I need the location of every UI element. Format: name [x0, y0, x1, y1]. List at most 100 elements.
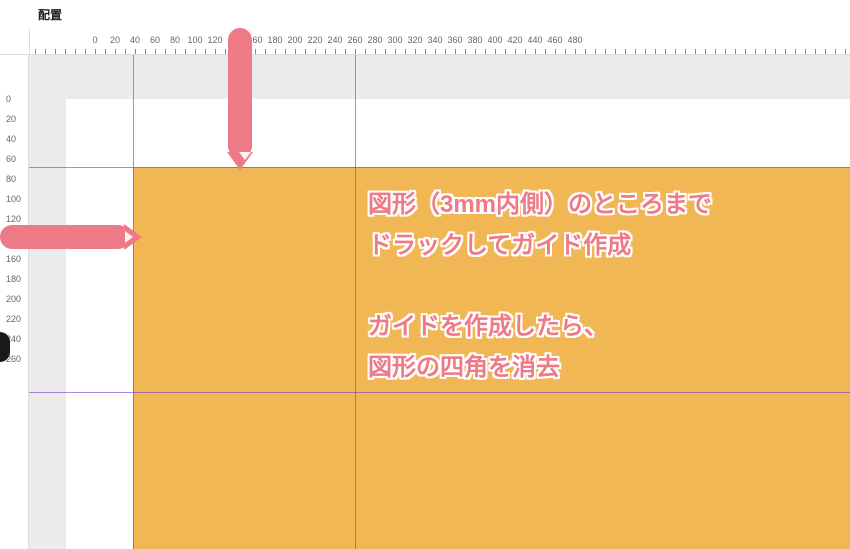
h-ruler-tick [425, 49, 426, 54]
v-ruler-label: 40 [6, 134, 16, 144]
h-ruler-label: 60 [150, 35, 160, 45]
h-ruler-tick [155, 49, 156, 54]
annotation-arrow-horizontal [0, 225, 130, 249]
h-ruler-tick [45, 49, 46, 54]
app-root: 配置 0204060801001201401601802002202402602… [0, 0, 850, 549]
v-ruler-label: 120 [6, 214, 21, 224]
h-ruler-tick [285, 49, 286, 54]
v-ruler-label: 160 [6, 254, 21, 264]
h-ruler-tick [755, 49, 756, 54]
h-ruler-label: 320 [407, 35, 422, 45]
h-ruler-tick [625, 49, 626, 54]
h-ruler-tick [305, 49, 306, 54]
horizontal-guide[interactable] [29, 167, 850, 168]
h-ruler-tick [555, 49, 556, 54]
ruler-corner[interactable] [0, 29, 29, 55]
h-ruler-tick [435, 49, 436, 54]
h-ruler-label: 440 [527, 35, 542, 45]
h-ruler-label: 420 [507, 35, 522, 45]
chevron-down-icon [239, 152, 251, 160]
h-ruler-label: 300 [387, 35, 402, 45]
h-ruler-tick [685, 49, 686, 54]
v-ruler-label: 80 [6, 174, 16, 184]
h-ruler-tick [365, 49, 366, 54]
h-ruler-tick [165, 49, 166, 54]
h-ruler-tick [35, 49, 36, 54]
h-ruler-tick [655, 49, 656, 54]
h-ruler-label: 260 [347, 35, 362, 45]
h-ruler-tick [845, 49, 846, 54]
h-ruler-tick [105, 49, 106, 54]
h-ruler-tick [745, 49, 746, 54]
h-ruler-tick [405, 49, 406, 54]
h-ruler-tick [265, 49, 266, 54]
h-ruler-tick [185, 49, 186, 54]
h-ruler-tick [835, 49, 836, 54]
v-ruler-label: 200 [6, 294, 21, 304]
h-ruler-tick [195, 49, 196, 54]
h-ruler-tick [135, 49, 136, 54]
h-ruler-label: 200 [287, 35, 302, 45]
v-ruler-label: 220 [6, 314, 21, 324]
h-ruler-tick [375, 49, 376, 54]
h-ruler-tick [145, 49, 146, 54]
vertical-ruler[interactable]: 020406080100120140160180200220240260 [0, 55, 29, 549]
h-ruler-label: 380 [467, 35, 482, 45]
h-ruler-tick [795, 49, 796, 54]
chevron-right-icon [125, 231, 133, 243]
h-ruler-label: 480 [567, 35, 582, 45]
h-ruler-tick [325, 49, 326, 54]
h-ruler-tick [55, 49, 56, 54]
h-ruler-tick [785, 49, 786, 54]
h-ruler-tick [115, 49, 116, 54]
h-ruler-tick [735, 49, 736, 54]
menu-arrange[interactable]: 配置 [38, 6, 62, 23]
h-ruler-tick [205, 49, 206, 54]
h-ruler-label: 0 [92, 35, 97, 45]
h-ruler-tick [255, 49, 256, 54]
annotation-text: 図形（3mm内側）のところまで ドラックしてガイド作成 ガイドを作成したら、 図… [368, 185, 712, 389]
h-ruler-tick [225, 49, 226, 54]
h-ruler-tick [725, 49, 726, 54]
h-ruler-tick [575, 49, 576, 54]
h-ruler-tick [705, 49, 706, 54]
h-ruler-label: 40 [130, 35, 140, 45]
h-ruler-label: 280 [367, 35, 382, 45]
h-ruler-tick [525, 49, 526, 54]
h-ruler-tick [765, 49, 766, 54]
menubar[interactable] [0, 0, 850, 29]
h-ruler-label: 340 [427, 35, 442, 45]
annotation-arrow-vertical [228, 28, 252, 158]
h-ruler-tick [595, 49, 596, 54]
h-ruler-tick [295, 49, 296, 54]
vertical-guide[interactable] [355, 55, 356, 549]
h-ruler-tick [215, 49, 216, 54]
v-ruler-label: 180 [6, 274, 21, 284]
h-ruler-tick [95, 49, 96, 54]
h-ruler-tick [125, 49, 126, 54]
h-ruler-tick [545, 49, 546, 54]
h-ruler-label: 240 [327, 35, 342, 45]
h-ruler-tick [715, 49, 716, 54]
h-ruler-tick [175, 49, 176, 54]
horizontal-ruler[interactable]: 0204060801001201401601802002202402602803… [29, 29, 850, 55]
h-ruler-tick [565, 49, 566, 54]
h-ruler-tick [825, 49, 826, 54]
h-ruler-tick [275, 49, 276, 54]
h-ruler-tick [475, 49, 476, 54]
horizontal-guide[interactable] [29, 392, 850, 393]
h-ruler-tick [335, 49, 336, 54]
h-ruler-tick [495, 49, 496, 54]
h-ruler-tick [605, 49, 606, 54]
vertical-guide[interactable] [133, 55, 134, 549]
h-ruler-tick [675, 49, 676, 54]
h-ruler-tick [355, 49, 356, 54]
h-ruler-tick [635, 49, 636, 54]
h-ruler-tick [445, 49, 446, 54]
h-ruler-tick [585, 49, 586, 54]
h-ruler-label: 360 [447, 35, 462, 45]
h-ruler-tick [315, 49, 316, 54]
h-ruler-tick [415, 49, 416, 54]
h-ruler-tick [85, 49, 86, 54]
h-ruler-tick [65, 49, 66, 54]
